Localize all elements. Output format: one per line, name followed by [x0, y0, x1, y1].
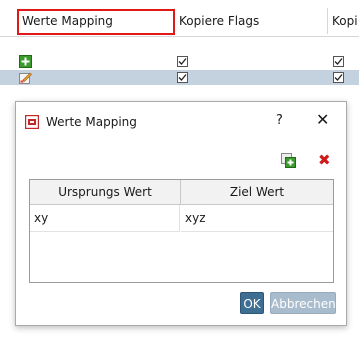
grid-row-selected[interactable] [0, 70, 359, 85]
werte-mapping-dialog: Werte Mapping ? ✕ ✖ Ursprungs Wert Ziel … [15, 101, 347, 326]
add-row-icon[interactable] [19, 55, 32, 68]
flag-checkbox[interactable] [177, 72, 188, 83]
mapping-table: Ursprungs Wert Ziel Wert xy xyz [29, 179, 334, 283]
column-header-ziel-wert[interactable]: Ziel Wert [181, 180, 333, 205]
dialog-title: Werte Mapping [46, 115, 137, 129]
flag-checkbox[interactable] [333, 72, 344, 83]
flag-checkbox[interactable] [333, 56, 344, 67]
ok-button[interactable]: OK [240, 292, 264, 314]
flag-checkbox[interactable] [177, 56, 188, 67]
table-cell-ursprungs-wert[interactable]: xy [30, 205, 180, 232]
column-header-kopi[interactable]: Kopi [328, 6, 359, 36]
delete-icon[interactable]: ✖ [318, 152, 331, 168]
cancel-button[interactable]: Abbrechen [270, 292, 336, 314]
grid-row[interactable] [0, 54, 359, 69]
table-cell-ziel-wert[interactable]: xyz [181, 205, 333, 232]
highlight-box [17, 9, 175, 35]
add-row-icon[interactable] [281, 153, 296, 168]
close-icon[interactable]: ✕ [316, 112, 329, 128]
window-icon [25, 115, 39, 129]
edit-row-icon[interactable] [19, 71, 32, 84]
column-header-kopiere-flags[interactable]: Kopiere Flags [175, 6, 327, 36]
help-button[interactable]: ? [276, 113, 283, 128]
column-header-ursprungs-wert[interactable]: Ursprungs Wert [30, 180, 181, 205]
